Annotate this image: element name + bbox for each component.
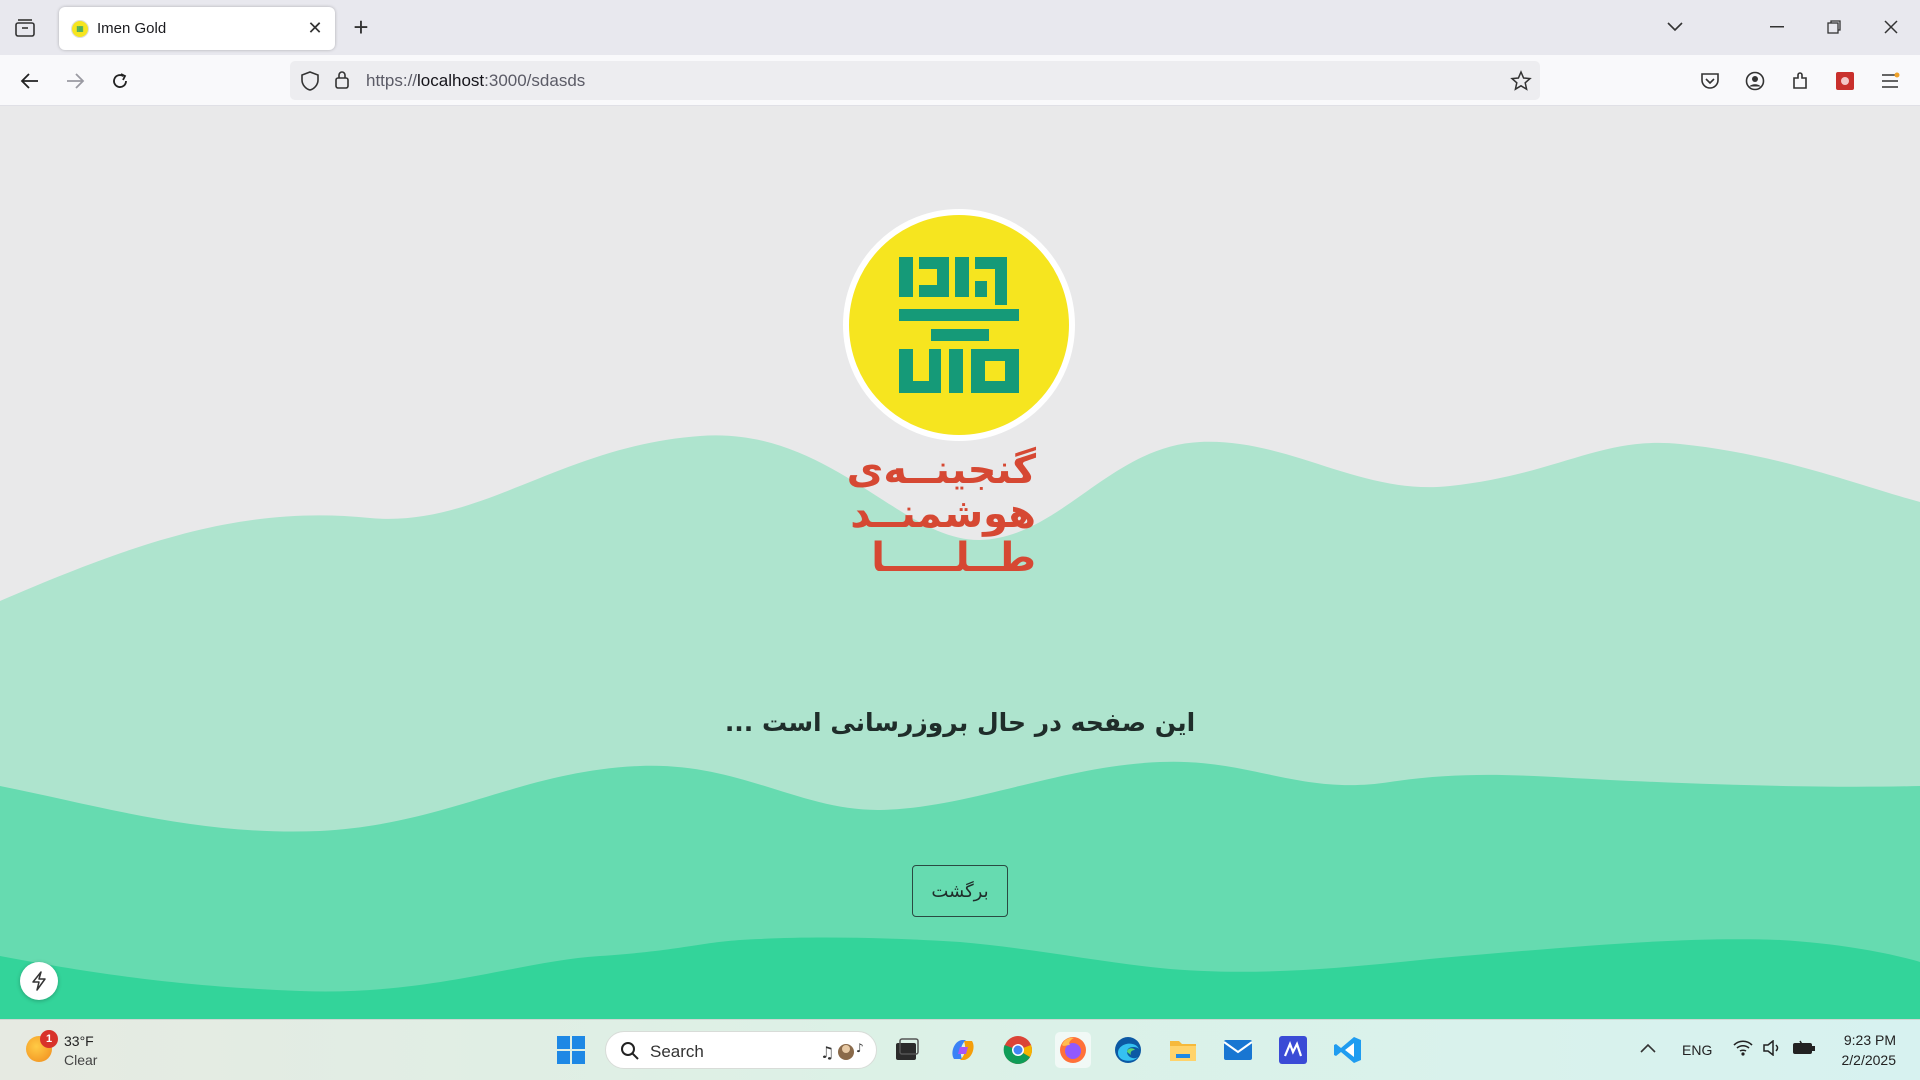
bookmark-star-icon[interactable] (1510, 70, 1532, 97)
mail-icon[interactable] (1220, 1032, 1256, 1068)
logo (843, 209, 1075, 441)
account-icon[interactable] (1741, 67, 1769, 95)
tab-bar: ▦ Imen Gold ✕ + (0, 0, 1920, 55)
chevron-down-icon[interactable] (1660, 14, 1690, 40)
tab-list-icon[interactable] (12, 16, 38, 40)
brand-line-3: طــلـــــا (871, 535, 1036, 581)
forward-arrow-icon[interactable] (61, 67, 89, 95)
extensions-icon[interactable] (1786, 67, 1814, 95)
svg-text:♫: ♫ (820, 1043, 834, 1062)
vscode-icon[interactable] (1330, 1032, 1366, 1068)
url-bar[interactable]: https://localhost:3000/sdasds (290, 61, 1540, 100)
search-label: Search (650, 1042, 704, 1061)
whiteboard-icon[interactable] (1275, 1032, 1311, 1068)
new-tab-button[interactable]: + (348, 14, 374, 40)
url-text[interactable]: https://localhost:3000/sdasds (366, 71, 585, 91)
search-highlight-icon: ♫ ♪ (818, 1038, 868, 1069)
back-button[interactable]: برگشت (912, 865, 1008, 917)
weather-temp: 33°F (64, 1033, 94, 1049)
weather-condition: Clear (64, 1052, 98, 1068)
favicon-icon: ▦ (71, 19, 89, 38)
menu-icon[interactable] (1876, 67, 1904, 95)
copilot-icon[interactable] (945, 1032, 981, 1068)
page-content: گنجینــه‌ی هوشمنــد طــلـــــا این صفحه … (0, 106, 1920, 1019)
search-icon (620, 1041, 640, 1066)
restore-icon[interactable] (1819, 14, 1849, 40)
brand-line-1: گنجینــه‌ی (846, 447, 1036, 493)
weather-widget[interactable]: 1 33°F Clear (24, 1030, 114, 1072)
edge-icon[interactable] (1110, 1032, 1146, 1068)
chrome-icon[interactable] (1000, 1032, 1036, 1068)
nav-toolbar: https://localhost:3000/sdasds (0, 55, 1920, 106)
tab-title: Imen Gold (97, 20, 167, 37)
lightning-icon[interactable] (20, 962, 58, 1000)
lock-icon[interactable] (334, 70, 350, 95)
chevron-up-icon[interactable] (1640, 1040, 1656, 1058)
volume-icon[interactable] (1762, 1039, 1782, 1061)
minimize-icon[interactable] (1762, 14, 1792, 40)
logo-mark-icon (899, 257, 1019, 393)
clock-time: 9:23 PM (1843, 1032, 1896, 1048)
brand-name: گنجینــه‌ی هوشمنــد طــلـــــا (840, 448, 1036, 580)
firefox-icon[interactable] (1055, 1032, 1091, 1068)
language-indicator[interactable]: ENG (1682, 1042, 1712, 1058)
notification-badge: 1 (40, 1030, 58, 1048)
maintenance-message: این صفحه در حال بروزرسانی است ... (724, 708, 1196, 737)
close-window-icon[interactable] (1876, 14, 1906, 40)
clock-date: 2/2/2025 (1841, 1052, 1897, 1068)
reload-icon[interactable] (106, 67, 134, 95)
battery-icon[interactable] (1792, 1040, 1816, 1061)
file-explorer-icon[interactable] (1165, 1032, 1201, 1068)
brand-line-2: هوشمنــد (850, 491, 1036, 537)
extension-red-icon[interactable] (1831, 67, 1859, 95)
system-clock[interactable]: 9:23 PM 2/2/2025 (1842, 1030, 1897, 1070)
pocket-icon[interactable] (1696, 67, 1724, 95)
close-tab-icon[interactable]: ✕ (305, 18, 325, 38)
task-view-icon[interactable] (889, 1032, 925, 1068)
shield-icon[interactable] (300, 70, 320, 97)
taskbar-search[interactable]: Search ♫ ♪ (605, 1031, 877, 1069)
svg-text:♪: ♪ (856, 1041, 864, 1055)
back-arrow-icon[interactable] (16, 67, 44, 95)
windows-start-icon[interactable] (553, 1032, 589, 1068)
browser-tab[interactable]: ▦ Imen Gold ✕ (59, 7, 335, 50)
taskbar: 1 33°F Clear Search ♫ ♪ ENG 9:23 PM 2/2/… (0, 1019, 1920, 1080)
wifi-icon[interactable] (1733, 1040, 1753, 1061)
